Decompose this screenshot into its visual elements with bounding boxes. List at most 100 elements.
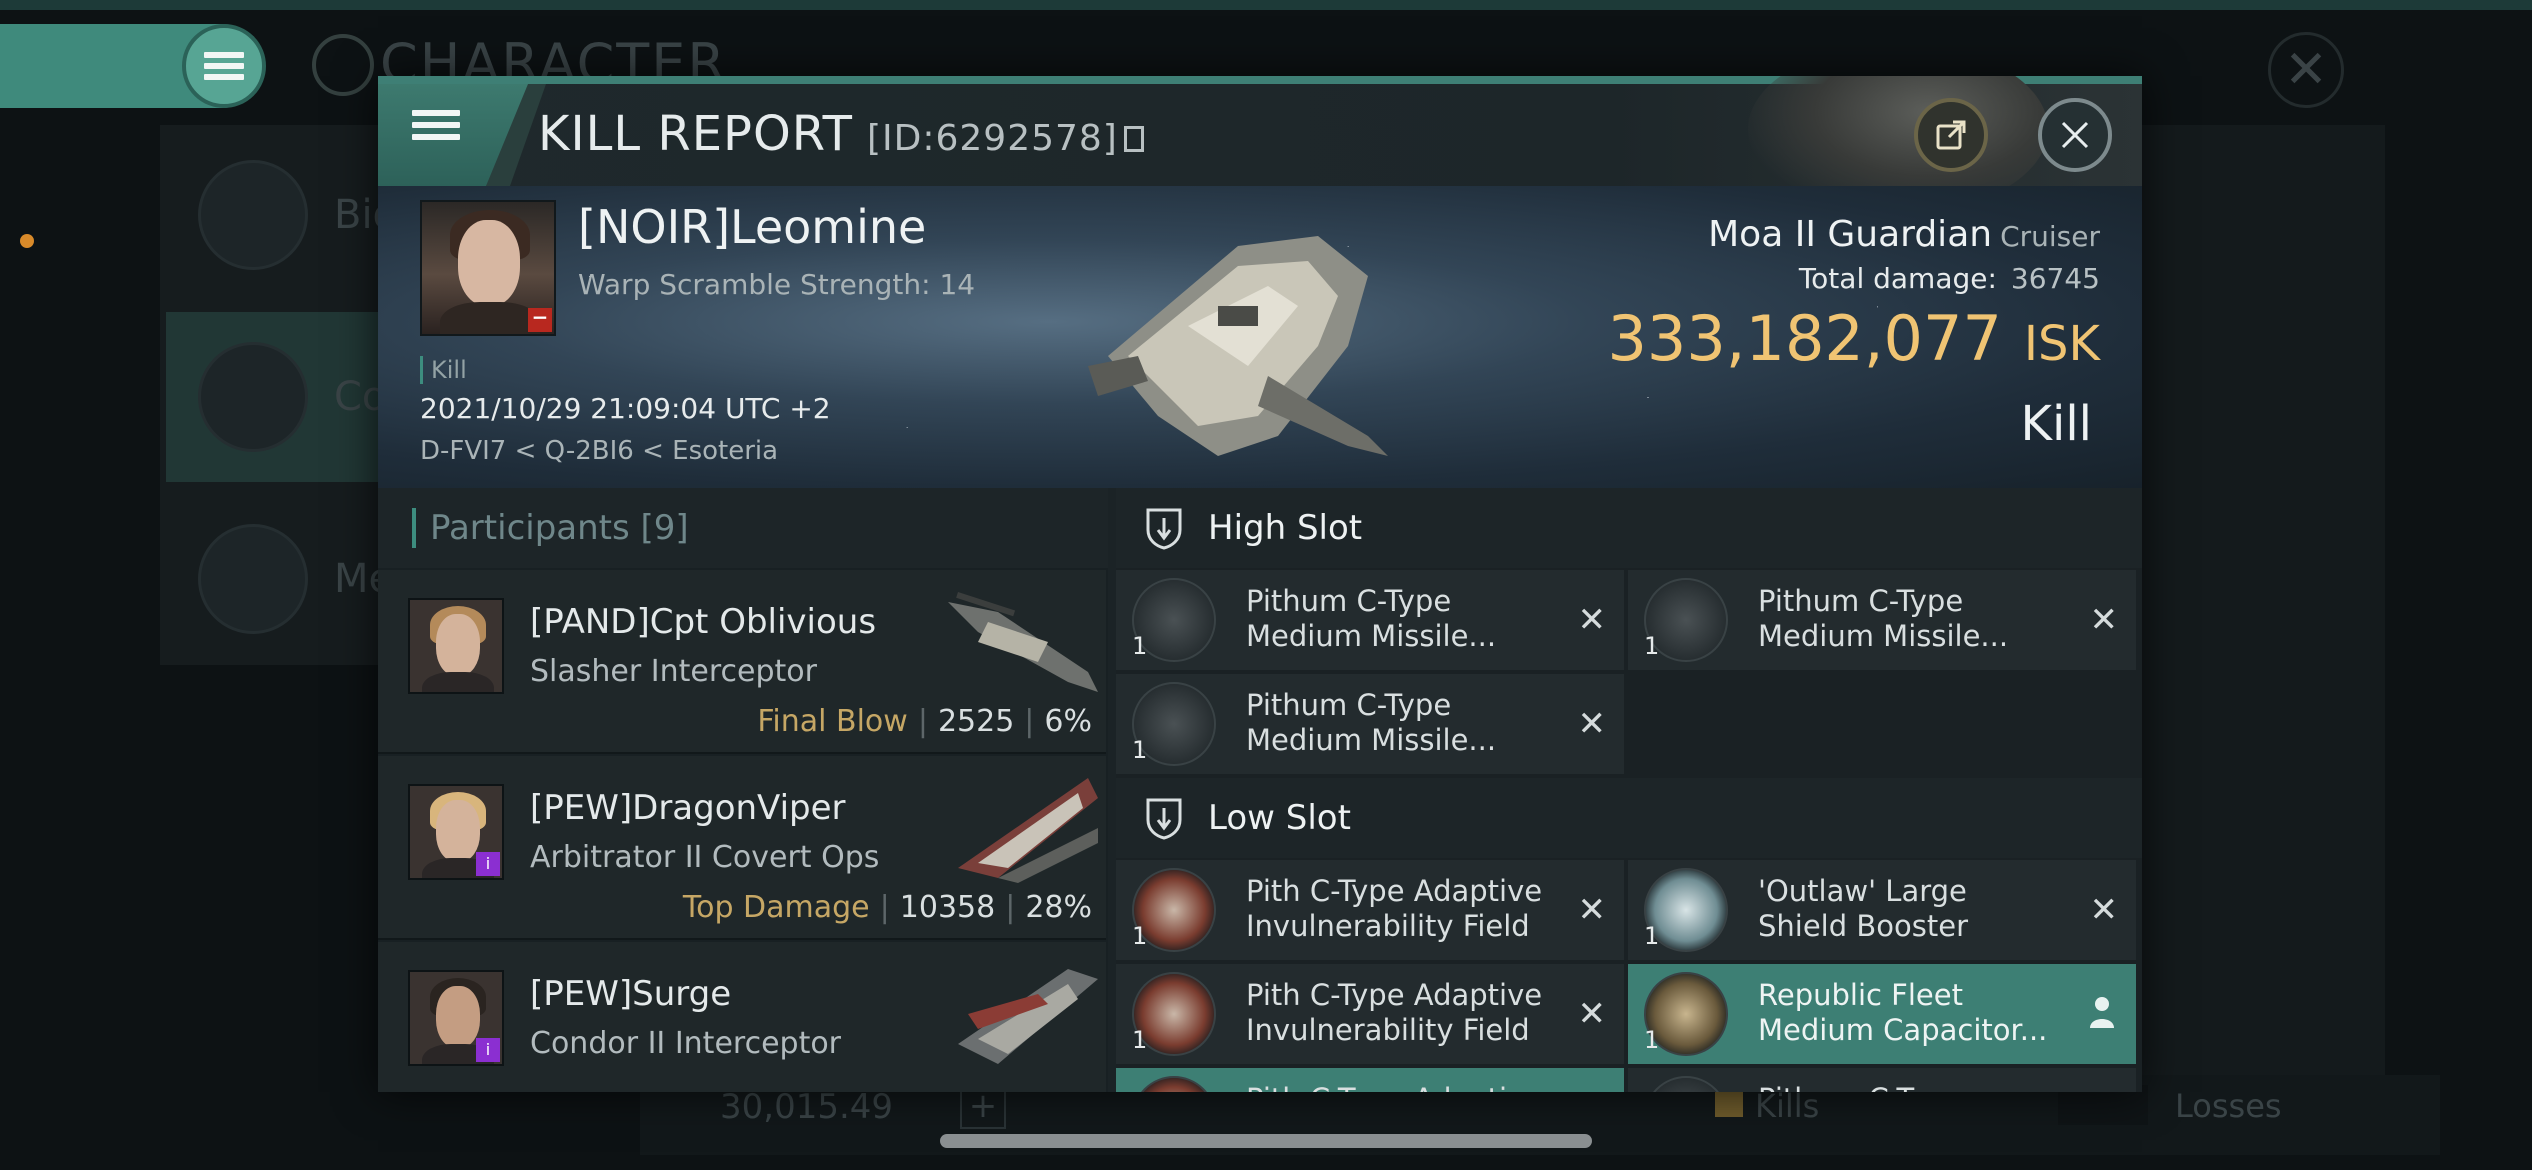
- module-item[interactable]: 1 Pithum C-Type Medium Missile... ✕: [1116, 570, 1624, 670]
- character-icon: [312, 34, 374, 96]
- module-quantity: 1: [1132, 922, 1148, 950]
- kills-legend-swatch: [1715, 1089, 1743, 1117]
- participant-name: [PEW]Surge: [530, 974, 732, 1014]
- low-slot-icon: [1146, 798, 1182, 840]
- module-item[interactable]: 1 'Outlaw' Large Shield Booster ✕: [1628, 860, 2136, 960]
- participants-header: Participants [9]: [378, 488, 1108, 568]
- avatar: i: [408, 970, 504, 1066]
- participant-ship: Slasher Interceptor: [530, 654, 817, 689]
- kill-tag: Kill: [420, 356, 467, 384]
- kill-location[interactable]: D-FVI7 < Q-2BI6 < Esoteria: [420, 436, 778, 466]
- high-slot-header: High Slot: [1116, 488, 2142, 568]
- module-item[interactable]: 1 Pithum C-Type Medium Missile... ✕: [1628, 570, 2136, 670]
- victim-portrait[interactable]: −: [420, 200, 556, 336]
- destroyed-icon: ✕: [1577, 600, 1607, 640]
- module-quantity: 1: [1132, 1026, 1148, 1054]
- total-damage: Total damage: 36745: [1798, 262, 2100, 295]
- invulnerability-field-icon: [1132, 1076, 1216, 1092]
- victim-ship-name[interactable]: Moa II Guardian Cruiser: [1708, 214, 2100, 255]
- module-quantity: 1: [1644, 632, 1660, 660]
- background-right-panel: [2140, 125, 2385, 1155]
- module-icon: [1644, 1076, 1728, 1092]
- victim-name[interactable]: [NOIR]Leomine: [578, 200, 926, 254]
- module-item[interactable]: 1 Pith C-Type Adaptive Invulnerability F…: [1116, 860, 1624, 960]
- total-damage-value: 36745: [2010, 262, 2100, 295]
- participant-stats: Final Blow | 2525 | 6%: [757, 704, 1092, 739]
- low-slot-label: Low Slot: [1208, 798, 1351, 838]
- participant-ship: Condor II Interceptor: [530, 1026, 842, 1061]
- crossed-swords-icon: [198, 342, 308, 452]
- isk-unit: ISK: [2023, 316, 2100, 372]
- copy-icon[interactable]: [1123, 126, 1144, 152]
- module-quantity: 1: [1644, 922, 1660, 950]
- fitting-panel: High Slot 1 Pithum C-Type Medium Missile…: [1116, 488, 2142, 1092]
- share-button[interactable]: [1914, 98, 1988, 172]
- losses-label: Losses: [2175, 1087, 2282, 1125]
- destroyed-icon: ✕: [2089, 890, 2119, 930]
- kills-label: Kills: [1755, 1087, 1820, 1125]
- participant-stats: Top Damage | 10358 | 28%: [682, 890, 1092, 925]
- destroyed-icon: ✕: [1577, 704, 1607, 744]
- module-item[interactable]: 1 Pithum C-Type Medium Missile... ✕: [1116, 674, 1624, 774]
- participants-count: [9]: [640, 508, 689, 548]
- dropped-person-icon: [2090, 997, 2114, 1028]
- victim-ship-image[interactable]: [1068, 206, 1408, 468]
- participant-name: [PAND]Cpt Oblivious: [530, 602, 877, 642]
- star-icon: [198, 524, 308, 634]
- close-button[interactable]: [2038, 98, 2112, 172]
- participant-row[interactable]: i [PEW]Surge Condor II Interceptor: [378, 942, 1106, 1092]
- high-slot-icon: [1146, 508, 1182, 550]
- kill-result: Kill: [2020, 396, 2092, 452]
- participants-panel: Participants [9] [PAND]Cpt Oblivious Sla…: [378, 488, 1108, 1092]
- participants-label: Participants: [430, 508, 630, 548]
- background-side-item-combat: Co: [166, 312, 386, 482]
- title-text: KILL REPORT: [538, 106, 853, 162]
- destroyed-icon: ✕: [2089, 600, 2119, 640]
- participant-percent: 6%: [1044, 704, 1092, 739]
- background-side-item-bio: Bio: [166, 130, 397, 300]
- participant-ship: Arbitrator II Covert Ops: [530, 840, 880, 875]
- participant-row[interactable]: [PAND]Cpt Oblivious Slasher Interceptor …: [378, 570, 1106, 754]
- module-name: 'Outlaw' Large Shield Booster: [1758, 874, 1968, 943]
- module-item[interactable]: Pithum C-Type: [1628, 1068, 2136, 1092]
- list-icon: [198, 160, 308, 270]
- main-menu-button[interactable]: [182, 24, 266, 108]
- module-name: Pithum C-Type: [1758, 1082, 2058, 1092]
- background-side-item-medals: Me: [166, 494, 393, 664]
- ship-class: Cruiser: [2000, 220, 2100, 253]
- isk-value: 333,182,077 ISK: [1607, 302, 2100, 375]
- close-icon: [2061, 121, 2089, 149]
- module-name: Pithum C-Type Medium Missile...: [1246, 688, 1497, 757]
- participant-name: [PEW]DragonViper: [530, 788, 846, 828]
- module-quantity: 1: [1644, 1026, 1660, 1054]
- home-indicator[interactable]: [940, 1134, 1592, 1148]
- module-item[interactable]: Pith C-Type Adaptive: [1116, 1068, 1624, 1092]
- participant-damage: 2525: [937, 704, 1015, 739]
- module-item[interactable]: 1 Pith C-Type Adaptive Invulnerability F…: [1116, 964, 1624, 1064]
- module-name: Pith C-Type Adaptive Invulnerability Fie…: [1246, 874, 1543, 943]
- module-name: Pith C-Type Adaptive Invulnerability Fie…: [1246, 978, 1543, 1047]
- top-edge-bar: [0, 0, 2532, 10]
- participant-ship-image: [958, 778, 1098, 883]
- high-slot-label: High Slot: [1208, 508, 1363, 548]
- kill-datetime: 2021/10/29 21:09:04 UTC +2: [420, 392, 831, 425]
- hamburger-icon: [412, 110, 460, 140]
- participant-row[interactable]: i [PEW]DragonViper Arbitrator II Covert …: [378, 756, 1106, 940]
- destroyed-icon: ✕: [1577, 994, 1607, 1034]
- participant-damage: 10358: [899, 890, 996, 925]
- module-name: Pithum C-Type Medium Missile...: [1758, 584, 2009, 653]
- module-quantity: 1: [1132, 632, 1148, 660]
- hostile-standing-icon: −: [528, 307, 552, 332]
- notification-dot: [20, 234, 34, 248]
- destroyed-icon: ✕: [1577, 890, 1607, 930]
- kill-report-modal: KILL REPORT [ID:6292578] − [NOIR]Leomine …: [378, 76, 2142, 1092]
- module-item-selected[interactable]: 1 Republic Fleet Medium Capacitor...: [1628, 964, 2136, 1064]
- hamburger-icon: [204, 47, 244, 85]
- victim-subtitle: Warp Scramble Strength: 14: [578, 268, 976, 301]
- avatar: [408, 598, 504, 694]
- modal-title: KILL REPORT [ID:6292578]: [538, 106, 1144, 162]
- avatar: i: [408, 784, 504, 880]
- module-quantity: 1: [1132, 736, 1148, 764]
- module-name: Pithum C-Type Medium Missile...: [1246, 584, 1497, 653]
- participant-percent: 28%: [1025, 890, 1092, 925]
